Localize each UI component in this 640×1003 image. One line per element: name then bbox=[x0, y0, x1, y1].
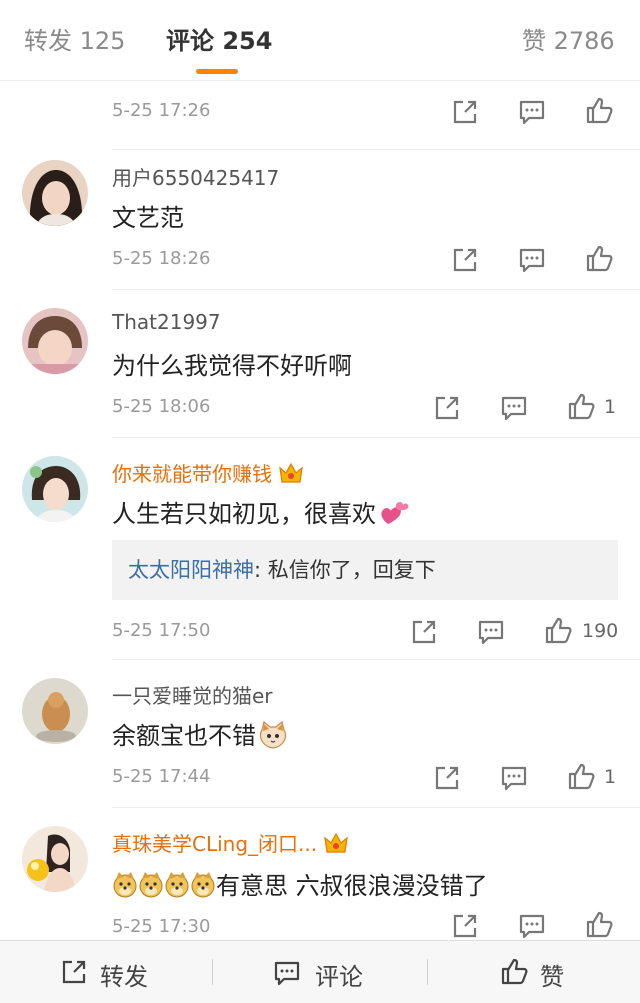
tab-likes[interactable]: 赞 2786 bbox=[522, 24, 615, 58]
bottom-action-bar: 转发 评论 赞 bbox=[0, 940, 640, 1003]
comment-icon bbox=[274, 961, 300, 986]
comment-username[interactable]: 你来就能带你赚钱 bbox=[112, 458, 304, 487]
comment-text-content: 余额宝也不错 bbox=[112, 722, 256, 750]
share-icon[interactable] bbox=[433, 764, 461, 792]
tab-comments[interactable]: 评论 254 bbox=[166, 24, 272, 58]
reply-username[interactable]: 太太阳阳神神 bbox=[128, 558, 254, 582]
comment-time: 5-25 17:30 bbox=[112, 916, 211, 937]
like-button[interactable]: 赞 bbox=[428, 941, 640, 1003]
comment-text: 文艺范 bbox=[112, 204, 184, 232]
crown-icon bbox=[324, 832, 348, 853]
repost-button[interactable]: 转发 bbox=[0, 941, 212, 1003]
share-icon[interactable] bbox=[451, 98, 479, 126]
comment-text: 有意思 六叔很浪漫没错了 bbox=[112, 866, 488, 901]
like-count: 1 bbox=[604, 766, 617, 788]
like-icon bbox=[501, 958, 528, 985]
comment-text: 为什么我觉得不好听啊 bbox=[112, 352, 352, 380]
comment-time: 5-25 17:50 bbox=[112, 620, 211, 641]
comment-icon[interactable] bbox=[518, 98, 546, 126]
share-icon[interactable] bbox=[410, 618, 438, 646]
share-icon bbox=[62, 960, 86, 984]
share-icon[interactable] bbox=[451, 246, 479, 274]
comment-text: 人生若只如初见，很喜欢 bbox=[112, 494, 410, 529]
comment-text-content: 人生若只如初见，很喜欢 bbox=[112, 500, 376, 528]
tab-bar: 转发 125 评论 254 赞 2786 bbox=[0, 0, 640, 81]
like-icon[interactable] bbox=[567, 762, 595, 790]
active-tab-indicator bbox=[196, 69, 238, 74]
like-icon[interactable] bbox=[567, 392, 595, 420]
comment-username[interactable]: 用户6550425417 bbox=[112, 162, 279, 191]
comment-button[interactable]: 评论 bbox=[213, 941, 427, 1003]
like-icon[interactable] bbox=[585, 96, 613, 124]
comment-icon[interactable] bbox=[477, 618, 505, 646]
comment-icon[interactable] bbox=[518, 246, 546, 274]
share-icon[interactable] bbox=[433, 394, 461, 422]
heart-emoji bbox=[381, 502, 409, 524]
comment-username-text: 你来就能带你赚钱 bbox=[112, 462, 272, 486]
avatar[interactable] bbox=[22, 160, 88, 226]
comment-item: 你来就能带你赚钱 人生若只如初见，很喜欢 太太阳阳神神: 私信你了，回复下 5-… bbox=[0, 438, 640, 660]
comment-icon[interactable] bbox=[500, 394, 528, 422]
comment-icon[interactable] bbox=[500, 764, 528, 792]
avatar[interactable] bbox=[22, 826, 88, 892]
comment-text: 余额宝也不错 bbox=[112, 716, 288, 751]
comment-time: 5-25 17:44 bbox=[112, 766, 211, 787]
doge-emoji bbox=[113, 872, 215, 898]
like-count: 1 bbox=[604, 396, 617, 418]
share-icon[interactable] bbox=[451, 912, 479, 940]
comment-item: 一只爱睡觉的猫er 余额宝也不错 5-25 17:44 1 bbox=[0, 660, 640, 808]
cat-emoji bbox=[259, 720, 287, 749]
like-icon[interactable] bbox=[544, 616, 572, 644]
like-count: 190 bbox=[582, 620, 619, 642]
avatar[interactable] bbox=[22, 456, 88, 522]
comment-time: 5-25 18:26 bbox=[112, 248, 211, 269]
comment-text-content: 有意思 六叔很浪漫没错了 bbox=[216, 872, 488, 900]
repost-button-label: 转发 bbox=[100, 963, 148, 991]
avatar[interactable] bbox=[22, 678, 88, 744]
comment-username[interactable]: 一只爱睡觉的猫er bbox=[112, 680, 273, 709]
tab-repost[interactable]: 转发 125 bbox=[24, 24, 125, 58]
crown-icon bbox=[279, 462, 303, 483]
comment-username[interactable]: That21997 bbox=[112, 310, 221, 334]
comment-button-label: 评论 bbox=[315, 963, 363, 991]
comment-item: 真珠美学CLing_闭口... 有意思 六叔很浪漫没错了 5-25 17:30 bbox=[0, 808, 640, 940]
like-icon[interactable] bbox=[585, 244, 613, 272]
comment-username-text: 真珠美学CLing_闭口... bbox=[112, 832, 318, 856]
comment-item: That21997 为什么我觉得不好听啊 5-25 18:06 1 bbox=[0, 290, 640, 438]
like-icon[interactable] bbox=[585, 910, 613, 938]
like-button-label: 赞 bbox=[540, 963, 564, 991]
comment-icon[interactable] bbox=[518, 912, 546, 940]
reply-text: : 私信你了，回复下 bbox=[254, 558, 436, 582]
comment-item: 用户6550425417 文艺范 5-25 18:26 bbox=[0, 150, 640, 290]
comment-username[interactable]: 真珠美学CLing_闭口... bbox=[112, 828, 349, 857]
comment-time: 5-25 17:26 bbox=[112, 100, 211, 121]
comment-item: 5-25 17:26 bbox=[0, 80, 640, 150]
avatar[interactable] bbox=[22, 308, 88, 374]
reply-box[interactable]: 太太阳阳神神: 私信你了，回复下 bbox=[112, 540, 618, 600]
comment-time: 5-25 18:06 bbox=[112, 396, 211, 417]
